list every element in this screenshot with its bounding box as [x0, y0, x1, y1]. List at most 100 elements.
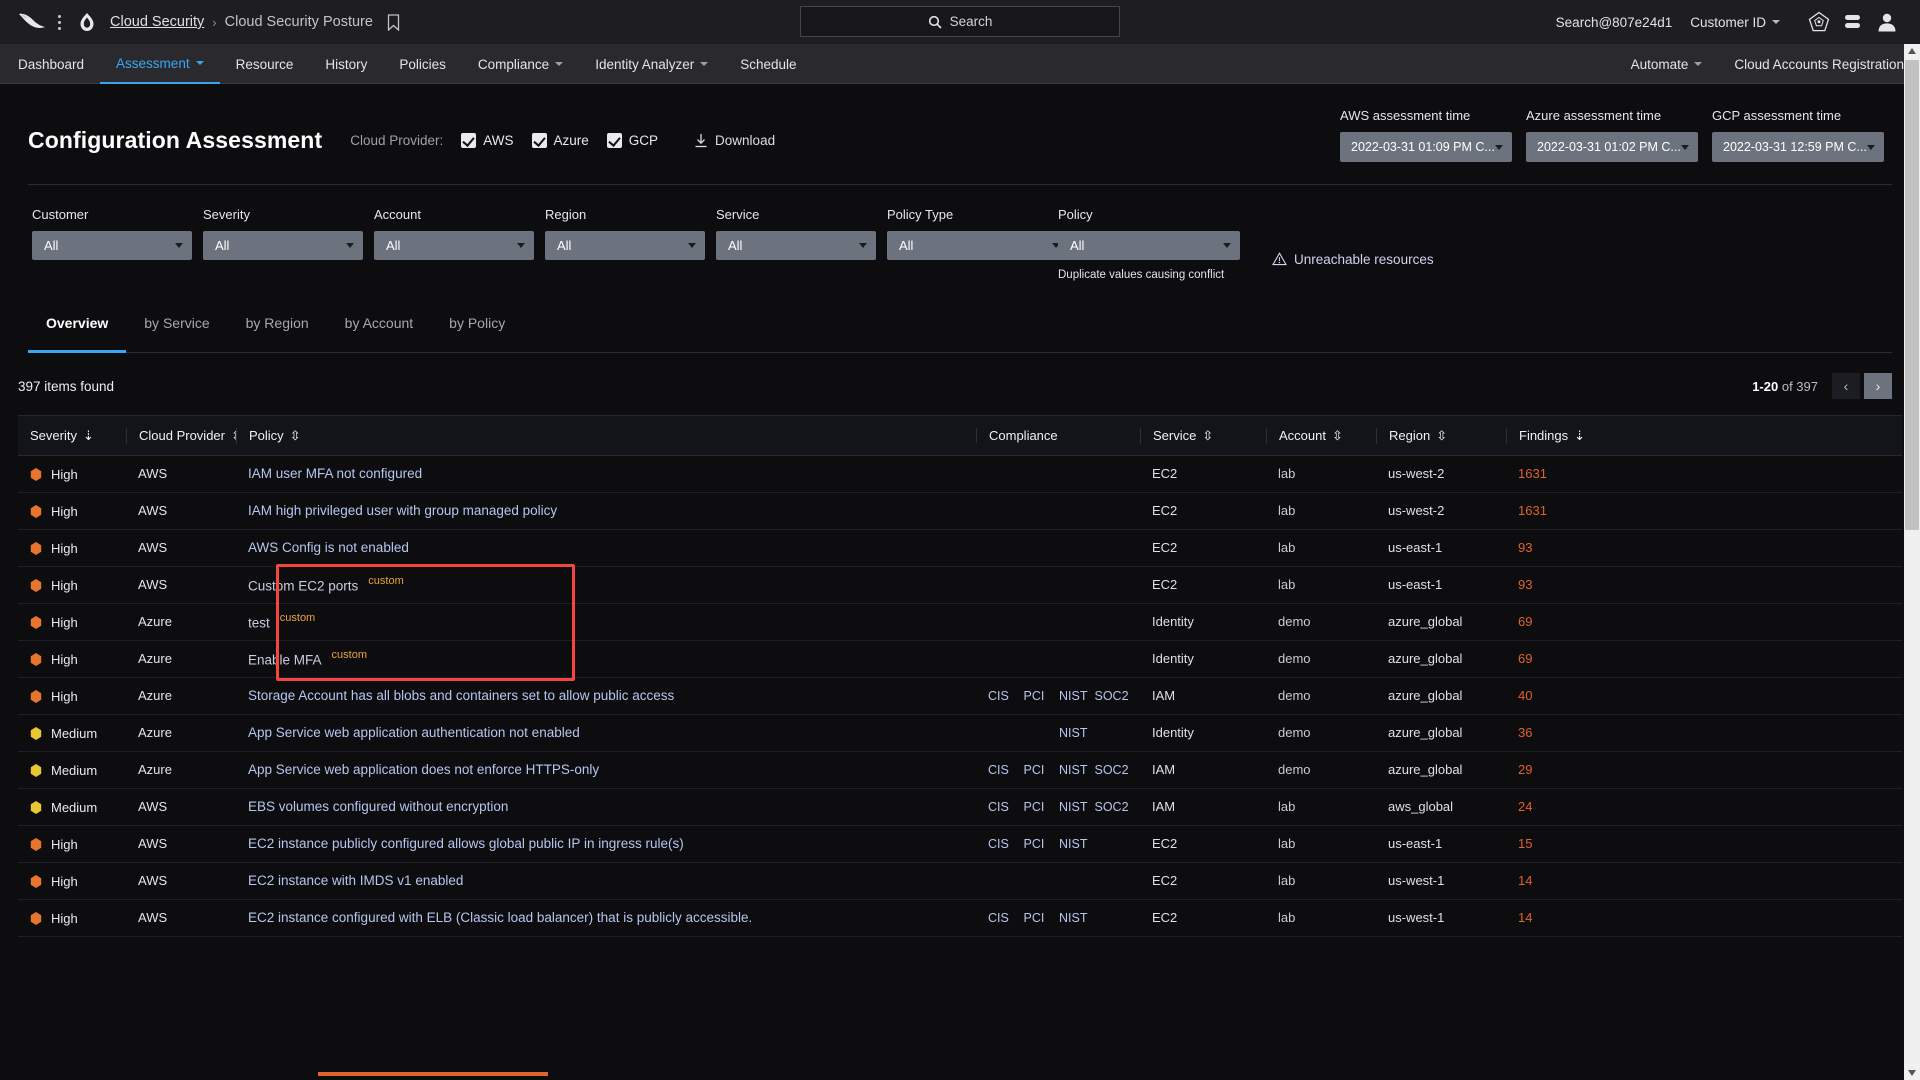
aws-assessment-time-select[interactable]: 2022-03-31 01:09 PM C... [1340, 132, 1512, 162]
nav-item-resource[interactable]: Resource [220, 44, 310, 84]
gcp-assessment-time-select[interactable]: 2022-03-31 12:59 PM C... [1712, 132, 1884, 162]
compliance-badge[interactable]: NIST [1059, 837, 1095, 851]
policy-link[interactable]: EC2 instance configured with ELB (Classi… [248, 910, 752, 925]
findings-count-link[interactable]: 29 [1518, 762, 1532, 777]
table-row[interactable]: High AWS AWS Config is not enabled EC2 lab us… [18, 530, 1902, 567]
scroll-down-arrow-icon[interactable] [1904, 1066, 1920, 1080]
vertical-scrollbar[interactable] [1904, 44, 1920, 1080]
nav-item-assessment[interactable]: Assessment [100, 44, 220, 84]
notifications-icon[interactable] [1836, 0, 1870, 44]
compliance-badge[interactable]: CIS [988, 911, 1024, 925]
filter-account-select[interactable]: All [374, 231, 534, 260]
compliance-badge[interactable]: CIS [988, 763, 1024, 777]
table-row[interactable]: High Azure test custom Identity demo azure_glo… [18, 604, 1902, 641]
pagination-prev-button[interactable]: ‹ [1832, 373, 1860, 399]
table-row[interactable]: Medium Azure App Service web application d… [18, 752, 1902, 789]
kebab-menu-icon[interactable] [50, 11, 68, 33]
pagination-next-button[interactable]: › [1864, 373, 1892, 399]
policy-link[interactable]: IAM user MFA not configured [248, 466, 422, 481]
unreachable-resources-link[interactable]: Unreachable resources [1272, 237, 1434, 281]
filter-policy-select[interactable]: All [1058, 231, 1240, 260]
policy-link[interactable]: IAM high privileged user with group mana… [248, 503, 557, 518]
customer-id-dropdown[interactable]: Customer ID [1690, 15, 1780, 30]
table-row[interactable]: Medium Azure App Service web application a… [18, 715, 1902, 752]
nav-item-history[interactable]: History [309, 44, 383, 84]
findings-count-link[interactable]: 40 [1518, 688, 1532, 703]
findings-count-link[interactable]: 36 [1518, 725, 1532, 740]
policy-link[interactable]: EC2 instance publicly configured allows … [248, 836, 684, 851]
findings-count-link[interactable]: 15 [1518, 836, 1532, 851]
compliance-badge[interactable]: NIST [1059, 911, 1095, 925]
bookmark-icon[interactable] [387, 13, 400, 31]
compliance-badge[interactable]: CIS [988, 689, 1024, 703]
compliance-badge[interactable]: SOC2 [1095, 689, 1131, 703]
policy-link[interactable]: App Service web application does not enf… [248, 762, 599, 777]
compliance-badge[interactable]: PCI [1024, 689, 1060, 703]
table-row[interactable]: High AWS IAM high privileged user with gro… [18, 493, 1902, 530]
horizontal-scrollbar-thumb[interactable] [318, 1072, 548, 1076]
filter-policy-type-select[interactable]: All [887, 231, 1069, 260]
nav-item-identity-analyzer[interactable]: Identity Analyzer [579, 44, 724, 84]
findings-count-link[interactable]: 14 [1518, 910, 1532, 925]
falcon-logo-icon[interactable] [18, 11, 48, 33]
filter-region-select[interactable]: All [545, 231, 705, 260]
table-row[interactable]: High AWS EC2 instance configured with ELB … [18, 900, 1902, 937]
column-header-region[interactable]: Region ⇳ [1376, 427, 1506, 444]
compliance-badge[interactable]: NIST [1059, 800, 1095, 814]
checkbox-aws[interactable]: AWS [461, 132, 514, 148]
column-header-account[interactable]: Account ⇳ [1266, 427, 1376, 444]
compliance-badge[interactable]: PCI [1024, 763, 1060, 777]
findings-count-link[interactable]: 93 [1518, 540, 1532, 555]
column-header-compliance[interactable]: Compliance [976, 428, 1140, 443]
compliance-badge[interactable]: SOC2 [1095, 800, 1131, 814]
nav-item-dashboard[interactable]: Dashboard [0, 44, 100, 84]
cloud-shield-icon[interactable] [76, 11, 98, 33]
table-row[interactable]: High AWS EC2 instance publicly configured … [18, 826, 1902, 863]
vertical-scrollbar-thumb[interactable] [1905, 60, 1919, 530]
policy-link[interactable]: EBS volumes configured without encryptio… [248, 799, 508, 814]
column-header-cloud-provider[interactable]: Cloud Provider⇳ [126, 427, 236, 444]
tab-by-policy[interactable]: by Policy [431, 315, 523, 352]
support-icon[interactable] [1802, 0, 1836, 44]
policy-link[interactable]: AWS Config is not enabled [248, 540, 409, 555]
user-avatar-icon[interactable] [1870, 0, 1904, 44]
column-header-service[interactable]: Service ⇳ [1140, 427, 1266, 444]
compliance-badge[interactable]: SOC2 [1095, 763, 1131, 777]
table-row[interactable]: High Azure Storage Account has all blobs a… [18, 678, 1902, 715]
findings-count-link[interactable]: 69 [1518, 614, 1532, 629]
compliance-badge[interactable]: CIS [988, 800, 1024, 814]
compliance-badge[interactable]: NIST [1059, 689, 1095, 703]
policy-link[interactable]: EC2 instance with IMDS v1 enabled [248, 873, 463, 888]
checkbox-gcp[interactable]: GCP [606, 132, 658, 148]
table-row[interactable]: High Azure Enable MFA custom Identity demo azu… [18, 641, 1902, 678]
column-header-severity[interactable]: Severity ⇣ [18, 428, 126, 444]
column-header-policy[interactable]: Policy ⇳ [236, 427, 976, 444]
compliance-badge[interactable]: CIS [988, 837, 1024, 851]
table-row[interactable]: High AWS IAM user MFA not configured EC2 lab… [18, 456, 1902, 493]
compliance-badge[interactable]: PCI [1024, 800, 1060, 814]
table-row[interactable]: Medium AWS EBS volumes configured without … [18, 789, 1902, 826]
table-row[interactable]: High AWS EC2 instance with IMDS v1 enabled… [18, 863, 1902, 900]
findings-count-link[interactable]: 14 [1518, 873, 1532, 888]
compliance-badge[interactable]: PCI [1024, 837, 1060, 851]
filter-customer-select[interactable]: All [32, 231, 192, 260]
nav-item-policies[interactable]: Policies [383, 44, 462, 84]
filter-severity-select[interactable]: All [203, 231, 363, 260]
findings-count-link[interactable]: 1631 [1518, 503, 1547, 518]
policy-link[interactable]: Storage Account has all blobs and contai… [248, 688, 674, 703]
findings-count-link[interactable]: 1631 [1518, 466, 1547, 481]
column-header-findings[interactable]: Findings ⇣ [1506, 427, 1606, 444]
horizontal-scrollbar[interactable] [18, 1072, 1880, 1080]
azure-assessment-time-select[interactable]: 2022-03-31 01:02 PM C... [1526, 132, 1698, 162]
filter-service-select[interactable]: All [716, 231, 876, 260]
scroll-up-arrow-icon[interactable] [1904, 44, 1920, 58]
nav-item-cloud-accounts-registration[interactable]: Cloud Accounts Registration [1718, 44, 1920, 84]
tab-by-region[interactable]: by Region [228, 315, 327, 352]
checkbox-azure[interactable]: Azure [531, 132, 589, 148]
table-row[interactable]: High AWS Custom EC2 ports custom EC2 lab us-ea… [18, 567, 1902, 604]
download-button[interactable]: Download [694, 133, 775, 148]
account-name[interactable]: Search@807e24d1 [1556, 15, 1673, 30]
findings-count-link[interactable]: 69 [1518, 651, 1532, 666]
tab-by-account[interactable]: by Account [327, 315, 432, 352]
nav-item-schedule[interactable]: Schedule [724, 44, 812, 84]
